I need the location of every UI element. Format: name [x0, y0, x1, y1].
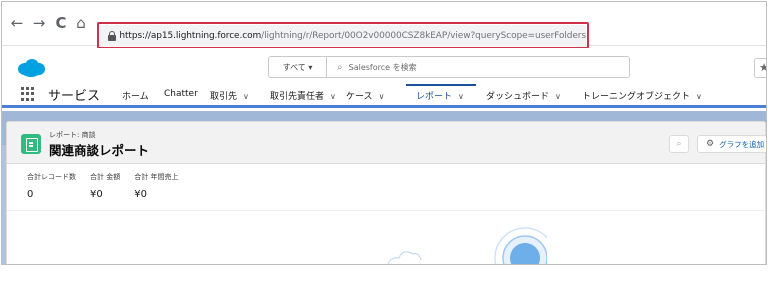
chevron-down-icon[interactable]: ∨	[696, 92, 702, 101]
nav-item-accounts[interactable]: 取引先 ∨	[210, 89, 249, 102]
chevron-down-icon[interactable]: ∨	[555, 92, 561, 101]
active-tab-indicator	[406, 84, 476, 86]
summary-value: ¥0	[90, 189, 103, 200]
forward-icon[interactable]: →	[30, 14, 48, 32]
app-navigation-bar: サービス ホーム Chatter 取引先 ∨ 取引先責任者 ∨ ケース ∨ レポート ∨…	[2, 82, 766, 108]
address-bar[interactable]: https://ap15.lightning.force.com/lightni…	[100, 25, 586, 46]
nav-item-contacts[interactable]: 取引先責任者 ∨	[270, 89, 336, 102]
report-icon	[21, 134, 41, 154]
nav-item-training-object[interactable]: トレーニングオブジェクト ∨	[582, 89, 702, 102]
divider	[7, 210, 765, 211]
url-path: /lightning/r/Report/00O2v00000CSZ8kEAP/v…	[261, 30, 586, 41]
report-card: レポート: 商談 関連商談レポート ⌕ ⚙ グラフを追加 合計レコード数 0 合計…	[6, 121, 766, 264]
url-text: https://ap15.lightning.force.com/lightni…	[119, 31, 586, 41]
favorites-icon[interactable]: ★	[754, 58, 766, 78]
summary-annual-revenue: 合計 年間売上 ¥0	[134, 172, 178, 200]
search-input[interactable]: Salesforce を検索	[349, 62, 417, 73]
summary-label: 合計 年間売上	[134, 173, 179, 181]
report-summary: 合計レコード数 0 合計 金額 ¥0 合計 年間売上 ¥0	[27, 172, 192, 200]
chevron-down-icon[interactable]: ∨	[379, 92, 385, 101]
breadcrumb[interactable]: レポート: 商談	[49, 130, 96, 140]
salesforce-logo-icon[interactable]	[16, 58, 46, 78]
global-search[interactable]: すべて ▾ ⌕ Salesforce を検索	[268, 56, 630, 78]
add-chart-button[interactable]: ⚙ グラフを追加	[697, 135, 766, 153]
app-launcher-icon[interactable]	[21, 87, 35, 101]
search-icon: ⌕	[676, 139, 682, 149]
screenshot-frame: ← → C ⌂ https://ap15.lightning.force.com…	[1, 1, 767, 265]
search-icon: ⌕	[337, 61, 343, 73]
summary-record-count: 合計レコード数 0	[27, 172, 76, 200]
summary-label: 合計レコード数	[27, 173, 76, 181]
summary-label: 合計 金額	[90, 173, 121, 181]
report-header: レポート: 商談 関連商談レポート ⌕ ⚙ グラフを追加	[7, 122, 766, 164]
chart-icon: ⚙	[706, 139, 715, 149]
nav-item-dashboards[interactable]: ダッシュボード ∨	[486, 89, 561, 102]
search-scope-dropdown[interactable]: すべて ▾	[269, 57, 327, 77]
chevron-down-icon[interactable]: ∨	[458, 92, 464, 101]
salesforce-header: すべて ▾ ⌕ Salesforce を検索 ★	[2, 48, 766, 82]
back-icon[interactable]: ←	[8, 14, 26, 32]
chevron-down-icon[interactable]: ∨	[243, 92, 249, 101]
reload-icon[interactable]: C	[52, 14, 70, 32]
browser-toolbar: ← → C ⌂ https://ap15.lightning.force.com…	[2, 2, 766, 49]
home-icon[interactable]: ⌂	[72, 14, 90, 32]
nav-item-reports[interactable]: レポート ∨	[416, 89, 464, 102]
nav-item-home[interactable]: ホーム	[122, 89, 149, 102]
page-title: 関連商談レポート	[49, 143, 150, 158]
summary-value: 0	[27, 189, 34, 200]
empty-state-illustration	[387, 227, 547, 264]
chevron-down-icon[interactable]: ∨	[330, 92, 336, 101]
summary-amount: 合計 金額 ¥0	[90, 172, 120, 200]
lock-icon	[108, 30, 116, 41]
nav-item-chatter[interactable]: Chatter	[164, 89, 198, 99]
app-name: サービス	[48, 89, 101, 104]
report-search-button[interactable]: ⌕	[669, 135, 689, 153]
summary-value: ¥0	[134, 189, 147, 200]
nav-item-cases[interactable]: ケース ∨	[346, 89, 384, 102]
add-chart-label: グラフを追加	[719, 139, 765, 149]
url-domain: https://ap15.lightning.force.com	[119, 30, 262, 41]
